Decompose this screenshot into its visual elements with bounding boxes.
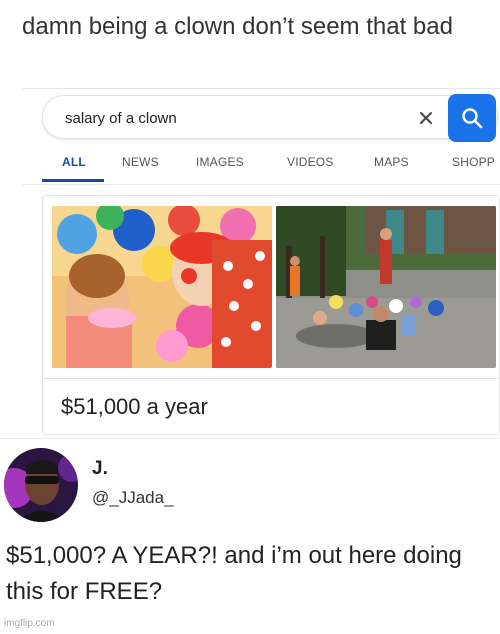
search-button[interactable] <box>448 94 496 142</box>
result-divider <box>43 378 499 379</box>
tab-images[interactable]: IMAGES <box>196 155 244 169</box>
search-icon <box>462 108 483 129</box>
tweet-text: $51,000? A YEAR?! and i’m out here doing… <box>6 542 462 605</box>
clear-search-button[interactable] <box>413 105 439 131</box>
salary-answer: $51,000 a year <box>61 394 208 419</box>
avatar[interactable] <box>4 448 78 522</box>
clown-party-image[interactable] <box>52 206 272 368</box>
meme-caption: damn being a clown don’t seem that bad <box>22 13 453 40</box>
user-handle: @_JJada_ <box>92 488 174 507</box>
tab-videos[interactable]: VIDEOS <box>287 155 334 169</box>
tabs-divider <box>22 184 500 185</box>
tab-all[interactable]: ALL <box>62 155 86 169</box>
search-bar <box>42 94 498 142</box>
display-name: J. <box>92 458 108 479</box>
tab-shopping[interactable]: SHOPP <box>452 155 495 169</box>
tab-maps[interactable]: MAPS <box>374 155 409 169</box>
search-results-card: ALL NEWS IMAGES VIDEOS MAPS SHOPP <box>22 88 500 435</box>
result-panel: $51,000 a year <box>42 195 500 435</box>
search-input[interactable] <box>65 106 385 130</box>
tab-news[interactable]: NEWS <box>122 155 159 169</box>
close-icon <box>420 112 432 124</box>
tweet-divider <box>0 438 500 439</box>
search-tabs: ALL NEWS IMAGES VIDEOS MAPS SHOPP <box>42 149 500 183</box>
active-tab-indicator <box>42 179 104 182</box>
watermark: imgflip.com <box>4 618 55 629</box>
clown-with-children-image[interactable] <box>276 206 496 368</box>
